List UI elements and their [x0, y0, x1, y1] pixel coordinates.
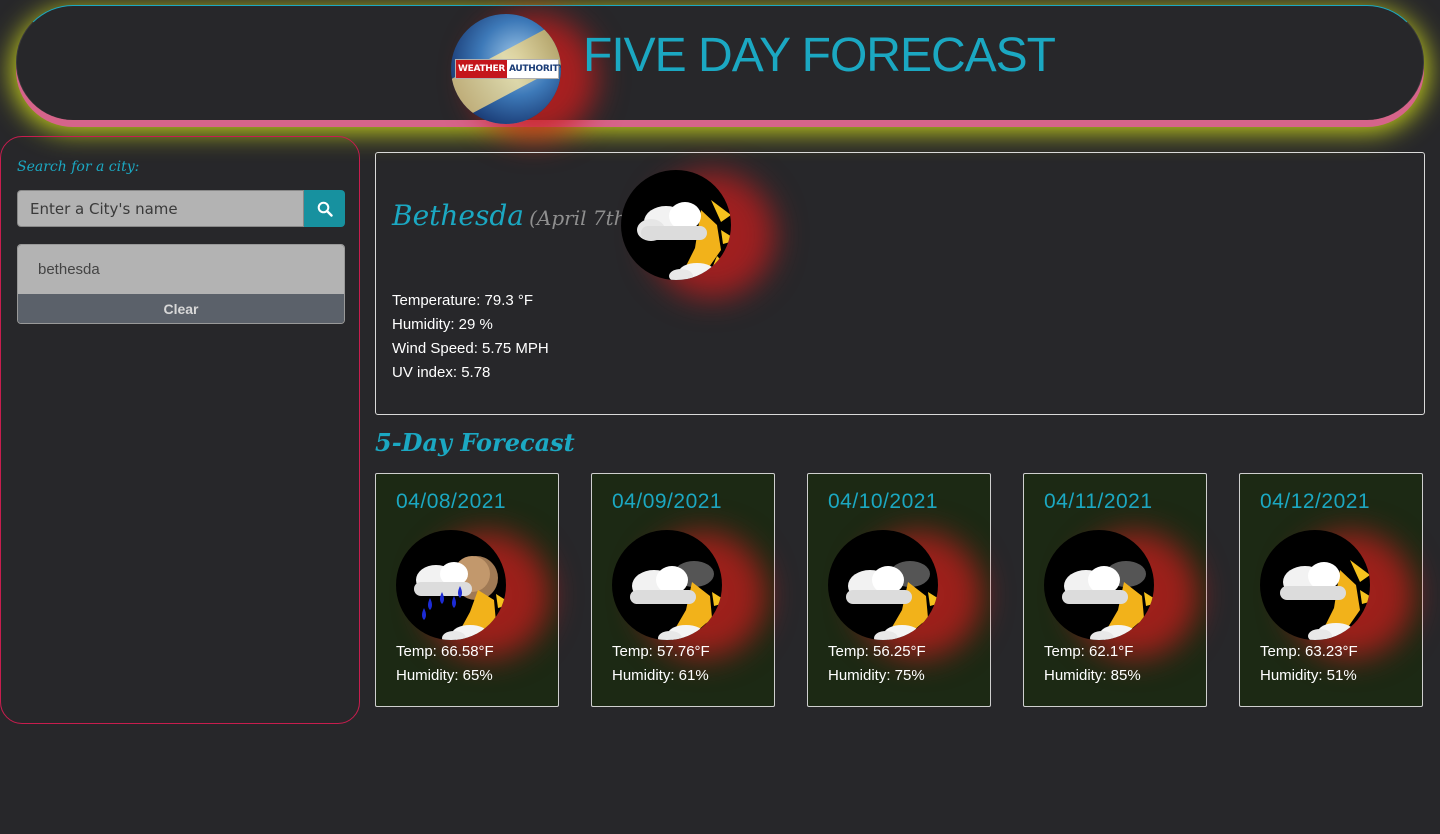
- forecast-temp: Temp: 66.58°F: [396, 643, 494, 660]
- forecast-details: Temp: 57.76°F Humidity: 61%: [612, 640, 710, 688]
- forecast-date: 04/12/2021: [1260, 490, 1371, 513]
- current-date: (April 7th): [529, 206, 635, 230]
- forecast-icon-wrap: [1260, 530, 1370, 640]
- current-wind-speed: Wind Speed: 5.75 MPH: [392, 340, 549, 357]
- forecast-details: Temp: 66.58°F Humidity: 65%: [396, 640, 494, 688]
- forecast-date: 04/11/2021: [1044, 490, 1153, 513]
- forecast-card-day-3: 04/10/2021 Temp: 56.25°F Humidity: 75%: [807, 473, 991, 707]
- forecast-humidity: Humidity: 85%: [1044, 667, 1141, 684]
- forecast-humidity: Humidity: 65%: [396, 667, 493, 684]
- forecast-heading: 5-Day Forecast: [375, 428, 575, 457]
- partly-cloudy-icon: [1260, 530, 1370, 640]
- current-weather-panel: Bethesda (April 7th) Temperature: 79.3 °…: [375, 152, 1425, 415]
- forecast-date: 04/09/2021: [612, 490, 723, 513]
- forecast-details: Temp: 63.23°F Humidity: 51%: [1260, 640, 1358, 688]
- forecast-icon-wrap: [1044, 530, 1154, 640]
- weather-authority-logo: WEATHER AUTHORITY: [451, 14, 561, 124]
- current-temperature: Temperature: 79.3 °F: [392, 292, 534, 309]
- forecast-icon-wrap: [396, 530, 506, 640]
- current-city-heading: Bethesda (April 7th): [392, 199, 634, 232]
- partly-cloudy-icon: [621, 170, 731, 280]
- logo-text-weather: WEATHER: [456, 60, 507, 78]
- forecast-humidity: Humidity: 75%: [828, 667, 925, 684]
- forecast-details: Temp: 62.1°F Humidity: 85%: [1044, 640, 1141, 688]
- forecast-icon-wrap: [828, 530, 938, 640]
- history-item-bethesda[interactable]: bethesda: [18, 245, 344, 294]
- forecast-details: Temp: 56.25°F Humidity: 75%: [828, 640, 926, 688]
- city-name: Bethesda: [392, 199, 524, 232]
- clear-history-button[interactable]: Clear: [18, 294, 344, 323]
- forecast-temp: Temp: 62.1°F: [1044, 643, 1134, 660]
- forecast-temp: Temp: 63.23°F: [1260, 643, 1358, 660]
- forecast-humidity: Humidity: 61%: [612, 667, 709, 684]
- page-title: FIVE DAY FORECAST: [583, 29, 1056, 82]
- forecast-card-day-2: 04/09/2021 Temp: 57.76°F Humidity: 61%: [591, 473, 775, 707]
- forecast-temp: Temp: 57.76°F: [612, 643, 710, 660]
- forecast-card-day-5: 04/12/2021 Temp: 63.23°F Humidity: 51%: [1239, 473, 1423, 707]
- current-uv-index: UV index: 5.78: [392, 364, 491, 381]
- search-sidebar: Search for a city: bethesda Clear: [0, 136, 360, 724]
- forecast-icon-wrap: [612, 530, 722, 640]
- current-humidity: Humidity: 29 %: [392, 316, 493, 333]
- search-label: Search for a city:: [17, 159, 140, 175]
- logo-text-authority: AUTHORITY: [509, 64, 561, 74]
- city-search-input[interactable]: [17, 190, 304, 227]
- search-history-list: bethesda Clear: [17, 244, 345, 324]
- forecast-card-day-1: 04/08/2021 Temp: 66.58°F Humidity: 65%: [375, 473, 559, 707]
- current-stats: Temperature: 79.3 °F Humidity: 29 % Wind…: [392, 289, 549, 385]
- forecast-date: 04/08/2021: [396, 490, 507, 513]
- partly-cloudy-icon: [612, 530, 722, 640]
- forecast-card-day-4: 04/11/2021 Temp: 62.1°F Humidity: 85%: [1023, 473, 1207, 707]
- forecast-humidity: Humidity: 51%: [1260, 667, 1357, 684]
- search-button[interactable]: [304, 190, 345, 227]
- rain-icon: [396, 530, 506, 640]
- forecast-date: 04/10/2021: [828, 490, 939, 513]
- header-banner: WEATHER AUTHORITY FIVE DAY FORECAST: [16, 5, 1424, 124]
- partly-cloudy-icon: [1044, 530, 1154, 640]
- current-weather-icon-wrap: [621, 170, 731, 280]
- forecast-temp: Temp: 56.25°F: [828, 643, 926, 660]
- logo-badge: WEATHER AUTHORITY: [455, 59, 561, 79]
- partly-cloudy-icon: [828, 530, 938, 640]
- search-icon: [317, 201, 333, 217]
